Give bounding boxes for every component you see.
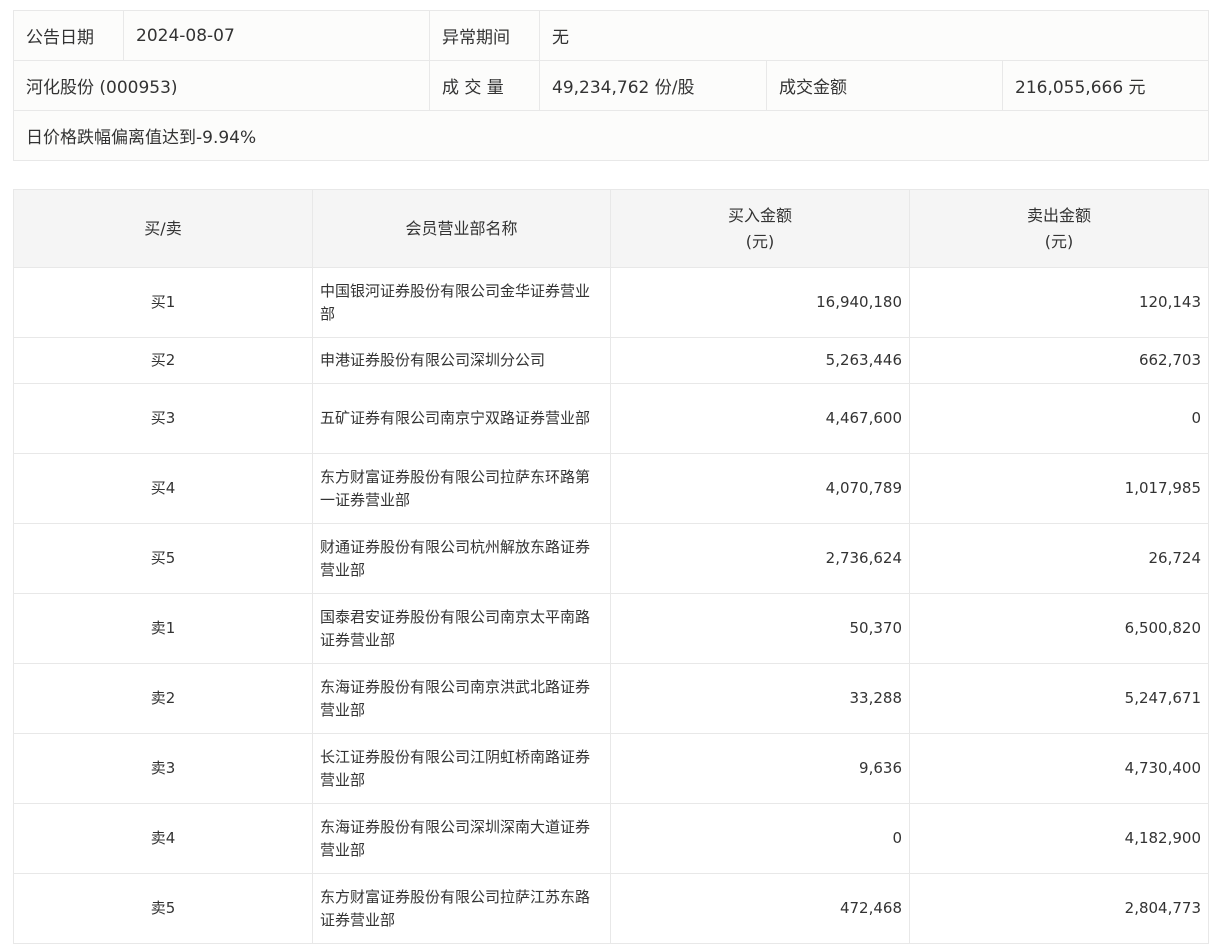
side-cell: 买1 xyxy=(13,267,313,338)
sell-amount-cell: 6,500,820 xyxy=(909,593,1209,664)
table-row: 买5 财通证券股份有限公司杭州解放东路证券营业部 2,736,624 26,724 xyxy=(13,523,1209,594)
branch-name-cell: 中国银河证券股份有限公司金华证券营业部 xyxy=(312,267,611,338)
buy-amount-cell: 50,370 xyxy=(610,593,910,664)
table-row: 买1 中国银河证券股份有限公司金华证券营业部 16,940,180 120,143 xyxy=(13,267,1209,338)
info-table: 公告日期 2024-08-07 异常期间 无 河化股份 (000953) 成 交… xyxy=(13,10,1209,161)
period-label: 异常期间 xyxy=(429,10,540,61)
side-cell: 买4 xyxy=(13,453,313,524)
table-row: 买3 五矿证券有限公司南京宁双路证券营业部 4,467,600 0 xyxy=(13,383,1209,454)
sell-amount-cell: 4,730,400 xyxy=(909,733,1209,804)
header-side: 买/卖 xyxy=(13,189,313,268)
amount-value: 216,055,666 元 xyxy=(1002,60,1209,111)
buy-amount-cell: 5,263,446 xyxy=(610,337,910,384)
sell-amount-cell: 4,182,900 xyxy=(909,803,1209,874)
branch-name-cell: 财通证券股份有限公司杭州解放东路证券营业部 xyxy=(312,523,611,594)
table-row: 卖3 长江证券股份有限公司江阴虹桥南路证券营业部 9,636 4,730,400 xyxy=(13,733,1209,804)
branch-name-cell: 申港证券股份有限公司深圳分公司 xyxy=(312,337,611,384)
side-cell: 卖1 xyxy=(13,593,313,664)
sell-amount-cell: 662,703 xyxy=(909,337,1209,384)
side-cell: 卖4 xyxy=(13,803,313,874)
sell-amount-cell: 0 xyxy=(909,383,1209,454)
header-name: 会员营业部名称 xyxy=(312,189,611,268)
buy-amount-cell: 4,070,789 xyxy=(610,453,910,524)
branch-name-cell: 五矿证券有限公司南京宁双路证券营业部 xyxy=(312,383,611,454)
header-buy: 买入金额 (元) xyxy=(610,189,910,268)
branch-name-cell: 长江证券股份有限公司江阴虹桥南路证券营业部 xyxy=(312,733,611,804)
table-row: 卖5 东方财富证券股份有限公司拉萨江苏东路证券营业部 472,468 2,804,77… xyxy=(13,873,1209,944)
branch-name-cell: 东海证券股份有限公司深圳深南大道证券营业部 xyxy=(312,803,611,874)
date-label: 公告日期 xyxy=(13,10,124,61)
volume-label: 成 交 量 xyxy=(429,60,540,111)
buy-amount-cell: 472,468 xyxy=(610,873,910,944)
branch-name-cell: 国泰君安证券股份有限公司南京太平南路证券营业部 xyxy=(312,593,611,664)
side-cell: 卖5 xyxy=(13,873,313,944)
table-row: 卖1 国泰君安证券股份有限公司南京太平南路证券营业部 50,370 6,500,820 xyxy=(13,593,1209,664)
buy-amount-cell: 0 xyxy=(610,803,910,874)
branch-name-cell: 东方财富证券股份有限公司拉萨江苏东路证券营业部 xyxy=(312,873,611,944)
sell-amount-cell: 1,017,985 xyxy=(909,453,1209,524)
side-cell: 卖2 xyxy=(13,663,313,734)
sell-amount-cell: 5,247,671 xyxy=(909,663,1209,734)
buy-amount-cell: 2,736,624 xyxy=(610,523,910,594)
buy-amount-cell: 9,636 xyxy=(610,733,910,804)
reason: 日价格跌幅偏离值达到-9.94% xyxy=(13,110,1209,161)
buy-amount-cell: 16,940,180 xyxy=(610,267,910,338)
table-row: 买4 东方财富证券股份有限公司拉萨东环路第一证券营业部 4,070,789 1,017… xyxy=(13,453,1209,524)
volume-value: 49,234,762 份/股 xyxy=(539,60,767,111)
side-cell: 买3 xyxy=(13,383,313,454)
trading-table: 买/卖 会员营业部名称 买入金额 (元) 卖出金额 (元) 买1 中国银河证券股份有限… xyxy=(13,189,1209,944)
side-cell: 卖3 xyxy=(13,733,313,804)
date-value: 2024-08-07 xyxy=(123,10,430,61)
table-row: 卖2 东海证券股份有限公司南京洪武北路证券营业部 33,288 5,247,671 xyxy=(13,663,1209,734)
branch-name-cell: 东方财富证券股份有限公司拉萨东环路第一证券营业部 xyxy=(312,453,611,524)
sell-amount-cell: 2,804,773 xyxy=(909,873,1209,944)
buy-amount-cell: 33,288 xyxy=(610,663,910,734)
amount-label: 成交金额 xyxy=(766,60,1003,111)
branch-name-cell: 东海证券股份有限公司南京洪武北路证券营业部 xyxy=(312,663,611,734)
sell-amount-cell: 26,724 xyxy=(909,523,1209,594)
sell-amount-cell: 120,143 xyxy=(909,267,1209,338)
side-cell: 买5 xyxy=(13,523,313,594)
period-value: 无 xyxy=(539,10,1209,61)
table-row: 买2 申港证券股份有限公司深圳分公司 5,263,446 662,703 xyxy=(13,337,1209,384)
table-row: 卖4 东海证券股份有限公司深圳深南大道证券营业部 0 4,182,900 xyxy=(13,803,1209,874)
buy-amount-cell: 4,467,600 xyxy=(610,383,910,454)
header-sell: 卖出金额 (元) xyxy=(909,189,1209,268)
side-cell: 买2 xyxy=(13,337,313,384)
stock-name: 河化股份 (000953) xyxy=(13,60,430,111)
